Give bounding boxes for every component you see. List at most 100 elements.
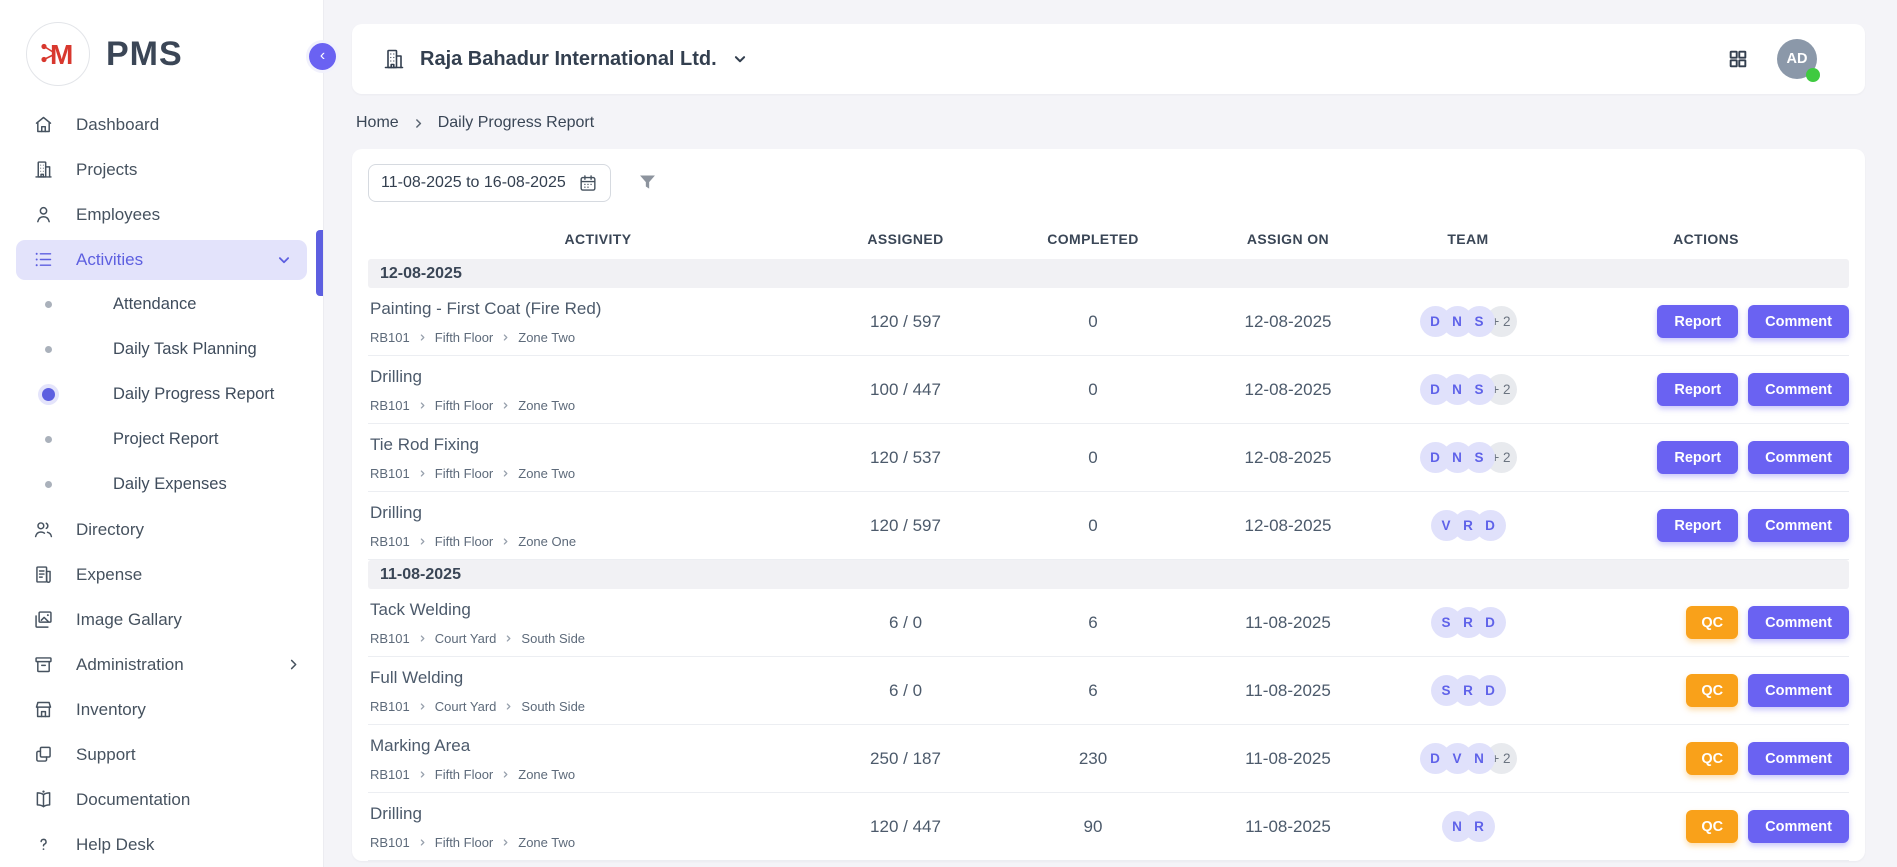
team-avatars: SRD [1373, 675, 1563, 706]
path-chevron-icon [418, 702, 427, 711]
sidebar-item-expense[interactable]: Expense [0, 552, 323, 597]
sidebar-subitem-daily-task-planning[interactable]: Daily Task Planning [0, 327, 323, 372]
path-segment: Fifth Floor [435, 835, 494, 850]
bullet-dot-icon [40, 301, 56, 308]
building-icon [33, 159, 54, 180]
report-button[interactable]: Report [1657, 441, 1738, 474]
path-segment: RB101 [370, 534, 410, 549]
avatar-initials: AD [1787, 51, 1808, 67]
sidebar-item-projects[interactable]: Projects [0, 147, 323, 192]
activity-path: RB101Fifth FloorZone Two [370, 767, 828, 782]
activity-path: RB101Court YardSouth Side [370, 699, 828, 714]
qc-button[interactable]: QC [1686, 606, 1738, 639]
report-button[interactable]: Report [1657, 509, 1738, 542]
breadcrumb-home[interactable]: Home [356, 114, 399, 132]
sidebar-item-label: Image Gallary [76, 610, 182, 630]
team-avatars: NR [1373, 811, 1563, 842]
team-avatars: DNS+ 2 [1373, 442, 1563, 473]
date-range-value: 11-08-2025 to 16-08-2025 [381, 174, 566, 192]
archive-icon [33, 654, 54, 675]
path-chevron-icon [418, 537, 427, 546]
sidebar-collapse-button[interactable]: ‹ [309, 43, 336, 70]
sidebar-item-employees[interactable]: Employees [0, 192, 323, 237]
sidebar-item-inventory[interactable]: Inventory [0, 687, 323, 732]
active-section-accent-bar [316, 230, 323, 296]
path-segment: RB101 [370, 699, 410, 714]
comment-button[interactable]: Comment [1748, 441, 1849, 474]
report-button[interactable]: Report [1657, 373, 1738, 406]
completed-value: 90 [983, 817, 1203, 837]
activity-path: RB101Fifth FloorZone Two [370, 398, 828, 413]
sidebar-item-activities[interactable]: Activities [16, 240, 307, 280]
column-header-completed: COMPLETED [983, 231, 1203, 247]
home-icon [33, 114, 54, 135]
activity-title: Drilling [370, 367, 828, 387]
date-range-input[interactable]: 11-08-2025 to 16-08-2025 [368, 164, 611, 202]
completed-value: 6 [983, 681, 1203, 701]
company-selector[interactable]: Raja Bahadur International Ltd. [382, 47, 749, 71]
filter-funnel-icon[interactable] [637, 172, 658, 193]
column-header-actions: ACTIONS [1563, 231, 1849, 247]
table-row: Tack WeldingRB101Court YardSouth Side6 /… [368, 589, 1849, 657]
sidebar-item-label: Documentation [76, 790, 190, 810]
path-chevron-icon [504, 634, 513, 643]
path-chevron-icon [418, 333, 427, 342]
comment-button[interactable]: Comment [1748, 606, 1849, 639]
user-icon [33, 204, 54, 225]
sidebar-item-help-desk[interactable]: Help Desk [0, 822, 323, 867]
date-group-header: 12-08-2025 [368, 259, 1849, 288]
sidebar-item-support[interactable]: Support [0, 732, 323, 777]
assign-on-value: 12-08-2025 [1203, 516, 1373, 536]
sidebar-subitem-daily-expenses[interactable]: Daily Expenses [0, 462, 323, 507]
comment-button[interactable]: Comment [1748, 509, 1849, 542]
activity-title: Full Welding [370, 668, 828, 688]
completed-value: 0 [983, 448, 1203, 468]
app-name: PMS [106, 35, 183, 74]
activity-title: Drilling [370, 503, 828, 523]
activity-path: RB101Fifth FloorZone Two [370, 835, 828, 850]
sidebar-menu: Dashboard Projects Employees Activities Atte… [0, 102, 323, 867]
completed-value: 6 [983, 613, 1203, 633]
assigned-value: 120 / 447 [828, 817, 983, 837]
apps-grid-icon[interactable] [1727, 48, 1749, 70]
sidebar-item-directory[interactable]: Directory [0, 507, 323, 552]
comment-button[interactable]: Comment [1748, 674, 1849, 707]
table-header-row: ACTIVITYASSIGNEDCOMPLETEDASSIGN ONTEAMAC… [368, 219, 1849, 259]
comment-button[interactable]: Comment [1748, 373, 1849, 406]
activity-title: Tie Rod Fixing [370, 435, 828, 455]
sidebar-subitem-daily-progress-report[interactable]: Daily Progress Report [0, 372, 323, 417]
actions-cell: Report Comment [1563, 373, 1849, 406]
sidebar-item-documentation[interactable]: Documentation [0, 777, 323, 822]
sidebar-item-administration[interactable]: Administration [0, 642, 323, 687]
path-segment: Fifth Floor [435, 534, 494, 549]
sidebar-item-label: Administration [76, 655, 184, 675]
sidebar-item-label: Directory [76, 520, 144, 540]
bullet-dot-icon [40, 388, 56, 401]
team-member-avatar: S [1431, 607, 1462, 638]
assigned-value: 6 / 0 [828, 681, 983, 701]
content-card: 11-08-2025 to 16-08-2025 ACTIVITYASSIGNE… [352, 149, 1865, 861]
sidebar-item-label: Projects [76, 160, 137, 180]
actions-cell: Report Comment [1563, 305, 1849, 338]
sidebar-item-dashboard[interactable]: Dashboard [0, 102, 323, 147]
path-segment: Zone Two [518, 398, 575, 413]
user-avatar[interactable]: AD [1777, 39, 1817, 79]
sidebar-subitem-label: Attendance [113, 295, 196, 314]
online-status-dot [1806, 68, 1820, 82]
sidebar-item-label: Activities [76, 250, 143, 270]
assigned-value: 6 / 0 [828, 613, 983, 633]
sidebar-item-label: Employees [76, 205, 160, 225]
comment-button[interactable]: Comment [1748, 742, 1849, 775]
path-segment: RB101 [370, 398, 410, 413]
qc-button[interactable]: QC [1686, 810, 1738, 843]
sidebar-subitem-project-report[interactable]: Project Report [0, 417, 323, 462]
qc-button[interactable]: QC [1686, 674, 1738, 707]
breadcrumb-current: Daily Progress Report [438, 114, 595, 132]
comment-button[interactable]: Comment [1748, 305, 1849, 338]
qc-button[interactable]: QC [1686, 742, 1738, 775]
comment-button[interactable]: Comment [1748, 810, 1849, 843]
report-button[interactable]: Report [1657, 305, 1738, 338]
path-segment: RB101 [370, 767, 410, 782]
sidebar-subitem-attendance[interactable]: Attendance [0, 282, 323, 327]
sidebar-item-image-gallary[interactable]: Image Gallary [0, 597, 323, 642]
